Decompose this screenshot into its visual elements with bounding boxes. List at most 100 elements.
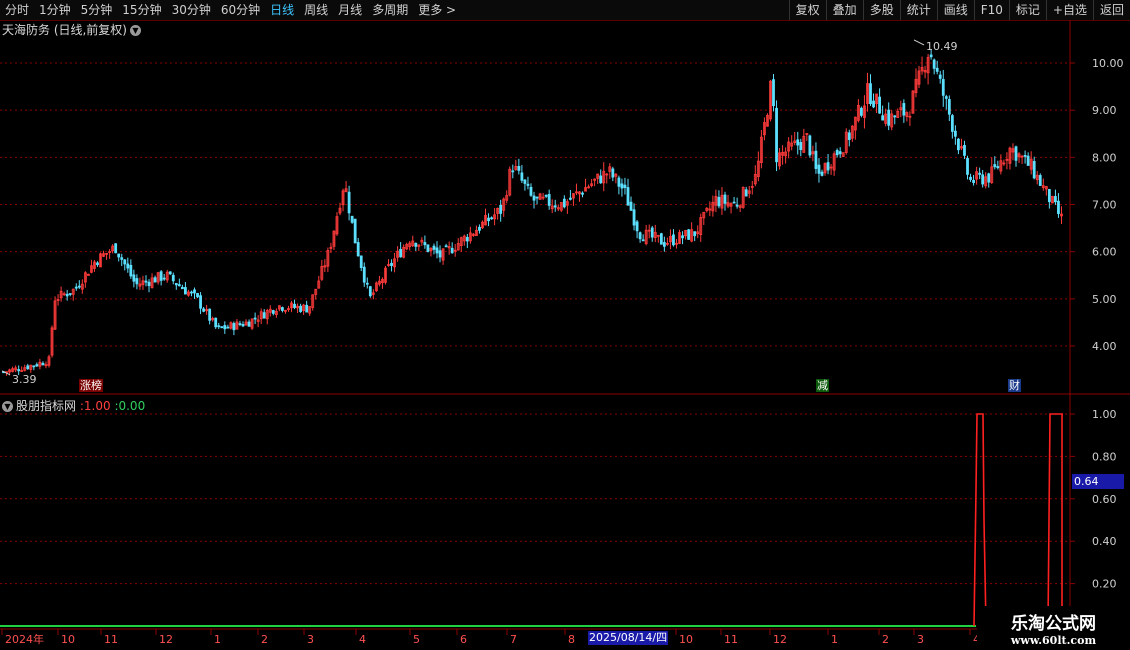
y-tick-label: 7.00: [1092, 199, 1117, 212]
candle-body: [562, 198, 566, 208]
candle-body: [847, 132, 851, 141]
candle-body: [944, 96, 948, 99]
x-tick-label: 2: [261, 633, 268, 646]
candle-body: [1047, 189, 1051, 203]
tag-jian[interactable]: 减: [816, 379, 829, 392]
candle-body: [947, 99, 951, 115]
candle-body: [68, 293, 72, 295]
candle-body: [553, 205, 557, 208]
tag-zhangbang[interactable]: 涨榜: [79, 379, 103, 392]
candle-body: [835, 149, 839, 156]
candle-body: [162, 277, 166, 280]
x-tick-label: 10: [61, 633, 75, 646]
x-tick-label: 3: [307, 633, 314, 646]
candle-body: [74, 286, 78, 289]
candle-body: [623, 184, 627, 188]
candle-body: [120, 257, 124, 260]
candle-body: [293, 303, 296, 308]
chart-canvas[interactable]: 10.00 9.00 8.00 7.00 6.00 5.00 4.00 1.00 0.80 0.6…: [0, 0, 1130, 650]
candle-body: [65, 293, 69, 297]
candle-body: [635, 221, 639, 232]
candle-body: [426, 244, 430, 252]
candle-body: [808, 135, 812, 156]
candle-body: [299, 305, 302, 312]
candle-body: [35, 364, 39, 367]
candle-body: [174, 283, 178, 286]
indicator-y-tick-label: 0.60: [1092, 493, 1117, 506]
candle-body: [226, 326, 230, 329]
indicator-signal: [973, 413, 987, 627]
candle-body: [208, 308, 212, 321]
candle-body: [938, 74, 942, 79]
candle-body: [987, 173, 991, 183]
candle-body: [838, 151, 842, 155]
indicator-signal: [1047, 413, 1063, 627]
candle-body: [953, 130, 957, 137]
watermark: 乐淘公式网 www.60lt.com: [977, 606, 1130, 650]
candle-body: [523, 179, 527, 184]
candle-body: [511, 170, 515, 173]
candle-body: [735, 204, 739, 207]
candle-body: [599, 175, 603, 184]
x-tick-label: 3: [917, 633, 924, 646]
candle-body: [993, 164, 997, 168]
candle-body: [629, 201, 633, 211]
candle-body: [184, 287, 187, 295]
high-label: 10.49: [926, 40, 958, 53]
candle-body: [775, 107, 778, 163]
candle-body: [1014, 146, 1018, 161]
candle-body: [978, 172, 982, 175]
x-tick-label: 1: [214, 633, 221, 646]
candle-body: [365, 282, 369, 285]
candle-body: [929, 54, 933, 58]
candle-body: [153, 277, 157, 283]
candle-body: [223, 325, 227, 330]
indicator-y-tick-label: 1.00: [1092, 408, 1117, 421]
x-tick-label: 1: [831, 633, 838, 646]
date-highlight: 2025/08/14/四: [588, 631, 669, 645]
candle-body: [869, 83, 872, 105]
candle-body: [693, 231, 697, 237]
candle-body: [168, 271, 172, 275]
candle-body: [390, 262, 393, 267]
candle-body: [114, 243, 118, 254]
candle-body: [241, 324, 245, 327]
candle-body: [950, 115, 954, 132]
candle-body: [532, 195, 536, 201]
candle-body: [350, 215, 354, 223]
candle-body: [981, 174, 985, 185]
candle-body: [817, 164, 821, 174]
y-tick-label: 9.00: [1092, 104, 1117, 117]
candle-body: [432, 245, 436, 250]
candle-body: [271, 310, 275, 314]
candle-body: [171, 274, 175, 282]
candle-body: [132, 274, 136, 282]
candle-body: [672, 234, 675, 246]
x-tick-label: 12: [773, 633, 787, 646]
candle-body: [963, 144, 966, 156]
y-tick-label: 6.00: [1092, 246, 1117, 259]
candle-body: [281, 307, 284, 311]
candle-body: [17, 369, 21, 372]
candle-body: [826, 162, 830, 171]
watermark-url: www.60lt.com: [1010, 634, 1097, 647]
candle-body: [356, 242, 360, 257]
y-tick-label: 5.00: [1092, 293, 1117, 306]
candle-body: [238, 323, 242, 325]
candle-body: [520, 172, 524, 181]
candle-body: [957, 138, 960, 151]
candle-body: [399, 249, 403, 258]
candle-body: [872, 100, 875, 108]
candle-body: [650, 227, 654, 238]
candle-body: [893, 115, 897, 118]
candle-body: [732, 201, 736, 204]
candle-body: [1038, 175, 1042, 186]
candle-body: [159, 271, 163, 281]
tag-cai[interactable]: 财: [1008, 379, 1021, 392]
candle-body: [972, 179, 975, 183]
watermark-title: 乐淘公式网: [1011, 614, 1096, 634]
indicator-y-tick-label: 0.80: [1092, 450, 1117, 463]
candle-body: [966, 157, 969, 175]
x-tick-label: 2: [882, 633, 889, 646]
candle-body: [535, 196, 539, 199]
